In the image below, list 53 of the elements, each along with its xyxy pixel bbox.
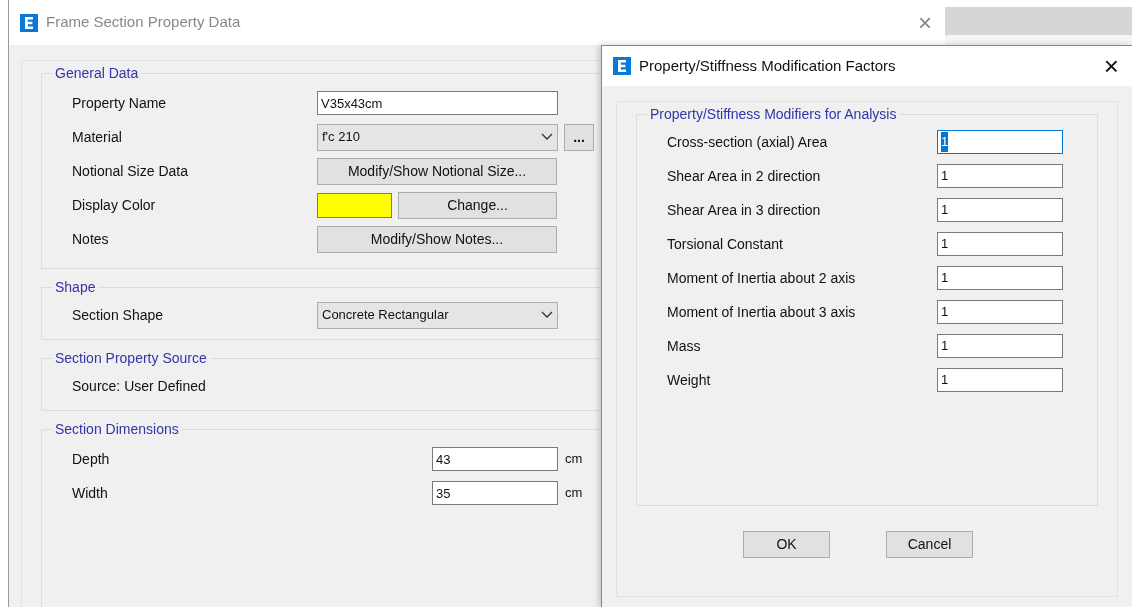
source-text: Source: User Defined: [72, 376, 206, 396]
property-name-field[interactable]: V35x43cm: [317, 91, 558, 115]
chevron-down-icon: [541, 133, 553, 141]
modifier-label: Moment of Inertia about 3 axis: [667, 302, 857, 322]
modifier-label: Shear Area in 2 direction: [667, 166, 822, 186]
modifier-label: Mass: [667, 336, 702, 356]
modifier-label: Moment of Inertia about 2 axis: [667, 268, 857, 288]
chevron-down-icon: [541, 311, 553, 319]
group-title: Section Dimensions: [54, 420, 180, 439]
modifier-field[interactable]: 1: [937, 334, 1063, 358]
material-dropdown[interactable]: f'c 210: [317, 123, 558, 151]
group-title: Property/Stiffness Modifiers for Analysis: [649, 105, 898, 124]
dialog-title: Property/Stiffness Modification Factors: [639, 55, 897, 76]
dropdown-value: f'c 210: [322, 128, 360, 147]
field-label: Width: [72, 483, 109, 503]
unit-label: cm: [565, 484, 583, 503]
app-logo-icon: [613, 57, 631, 75]
modifier-field[interactable]: 1: [937, 300, 1063, 324]
unit-label: cm: [565, 450, 583, 469]
group-title: Section Property Source: [54, 349, 208, 368]
change-color-button[interactable]: Change...: [398, 191, 557, 219]
modifier-field[interactable]: 1: [937, 164, 1063, 188]
modifier-label: Shear Area in 3 direction: [667, 200, 822, 220]
field-label: Notes: [72, 229, 110, 249]
modifier-field[interactable]: 1: [937, 130, 1063, 154]
window-title: Frame Section Property Data: [46, 12, 242, 33]
modify-button[interactable]: Modify/Show Notional Size...: [317, 157, 557, 185]
field-label: Depth: [72, 449, 111, 469]
field-label: Section Shape: [72, 305, 165, 325]
modifier-field[interactable]: 1: [937, 368, 1063, 392]
close-button[interactable]: ×: [1103, 53, 1119, 79]
group-title: General Data: [54, 64, 140, 83]
field-label: Material: [72, 127, 123, 147]
dropdown-value: Concrete Rectangular: [322, 306, 449, 325]
modifier-field[interactable]: 1: [937, 266, 1063, 290]
dimension-field[interactable]: 35: [432, 481, 558, 505]
browse-button[interactable]: ...: [564, 123, 594, 151]
dialog-button[interactable]: OK: [743, 531, 830, 558]
app-logo-icon: [20, 13, 38, 32]
modifier-field[interactable]: 1: [937, 198, 1063, 222]
field-label: Display Color: [72, 195, 157, 215]
modifier-label: Cross-section (axial) Area: [667, 132, 829, 152]
dialog-button[interactable]: Cancel: [886, 531, 973, 558]
dimension-field[interactable]: 43: [432, 447, 558, 471]
modifier-label: Weight: [667, 370, 712, 390]
section-shape-dropdown[interactable]: Concrete Rectangular: [317, 301, 558, 329]
field-label: Property Name: [72, 93, 168, 113]
modifier-field[interactable]: 1: [937, 232, 1063, 256]
field-label: Notional Size Data: [72, 161, 189, 181]
group-title: Shape: [54, 278, 97, 297]
close-button[interactable]: ×: [918, 10, 932, 35]
modify-button[interactable]: Modify/Show Notes...: [317, 225, 557, 253]
modifier-label: Torsional Constant: [667, 234, 784, 254]
